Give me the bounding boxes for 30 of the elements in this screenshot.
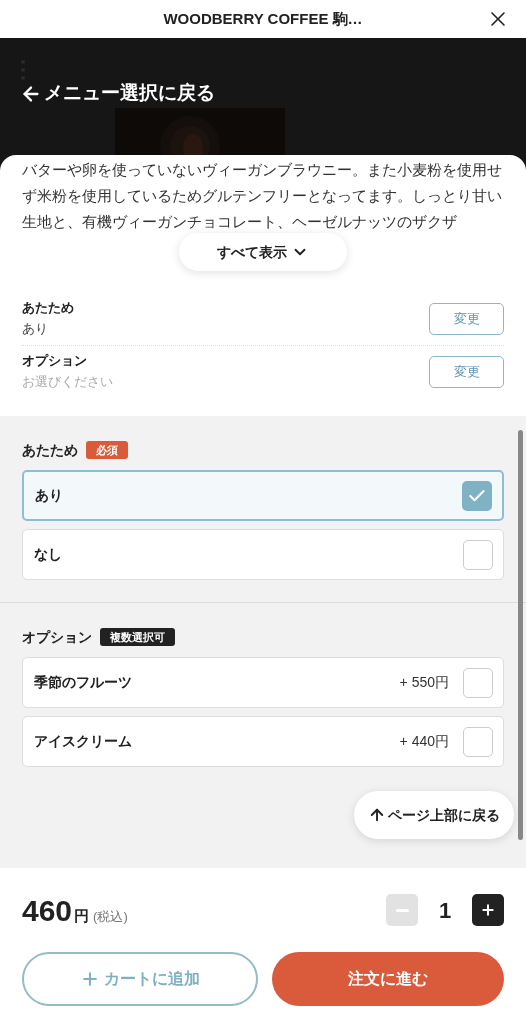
group-badge: 必須 <box>86 440 128 460</box>
price: 460 <box>22 892 73 929</box>
group-title: オプション <box>22 627 92 647</box>
option-checkbox[interactable] <box>463 539 493 570</box>
option-row[interactable]: あり <box>22 470 504 521</box>
quantity: 1 <box>437 896 453 925</box>
scrollbar[interactable] <box>518 430 523 840</box>
price-unit: 円 <box>74 905 90 926</box>
back-to-top-button[interactable]: ページ上部に戻る <box>354 791 514 839</box>
option-row[interactable]: なし <box>22 529 504 580</box>
summary-label: オプション <box>22 352 88 370</box>
summary-value: あり <box>22 320 49 338</box>
checkout-button[interactable]: 注文に進む <box>272 952 504 1006</box>
summary-value: お選びください <box>22 373 113 391</box>
option-checkbox[interactable] <box>462 480 492 511</box>
option-checkbox[interactable] <box>463 726 493 757</box>
option-row[interactable]: アイスクリーム + 440円 <box>22 716 504 767</box>
product-description: バターや卵を使っていないヴィーガンブラウニー。また小麦粉を使用せず米粉を使用しているためグルテンフリーとなってます。しっとり甘い生地と、有機ヴィーガンチョコレート、ヘーゼルナッツのザクザ <box>22 160 503 232</box>
summary-label: あたため <box>22 299 74 317</box>
option-checkbox[interactable] <box>463 667 493 698</box>
plus-icon <box>480 902 496 918</box>
option-row[interactable]: 季節のフルーツ + 550円 <box>22 657 504 708</box>
group-badge: 複数選択可 <box>100 627 175 647</box>
window-title: WOODBERRY COFFEE 駒… <box>163 8 363 29</box>
tax-note: (税込) <box>93 907 128 926</box>
plus-icon <box>80 969 100 989</box>
group-title: あたため <box>22 440 78 460</box>
increment-button[interactable] <box>472 894 504 926</box>
show-all-button[interactable]: すべて表示 <box>179 233 347 271</box>
back-link[interactable]: メニュー選択に戻る <box>20 79 215 108</box>
